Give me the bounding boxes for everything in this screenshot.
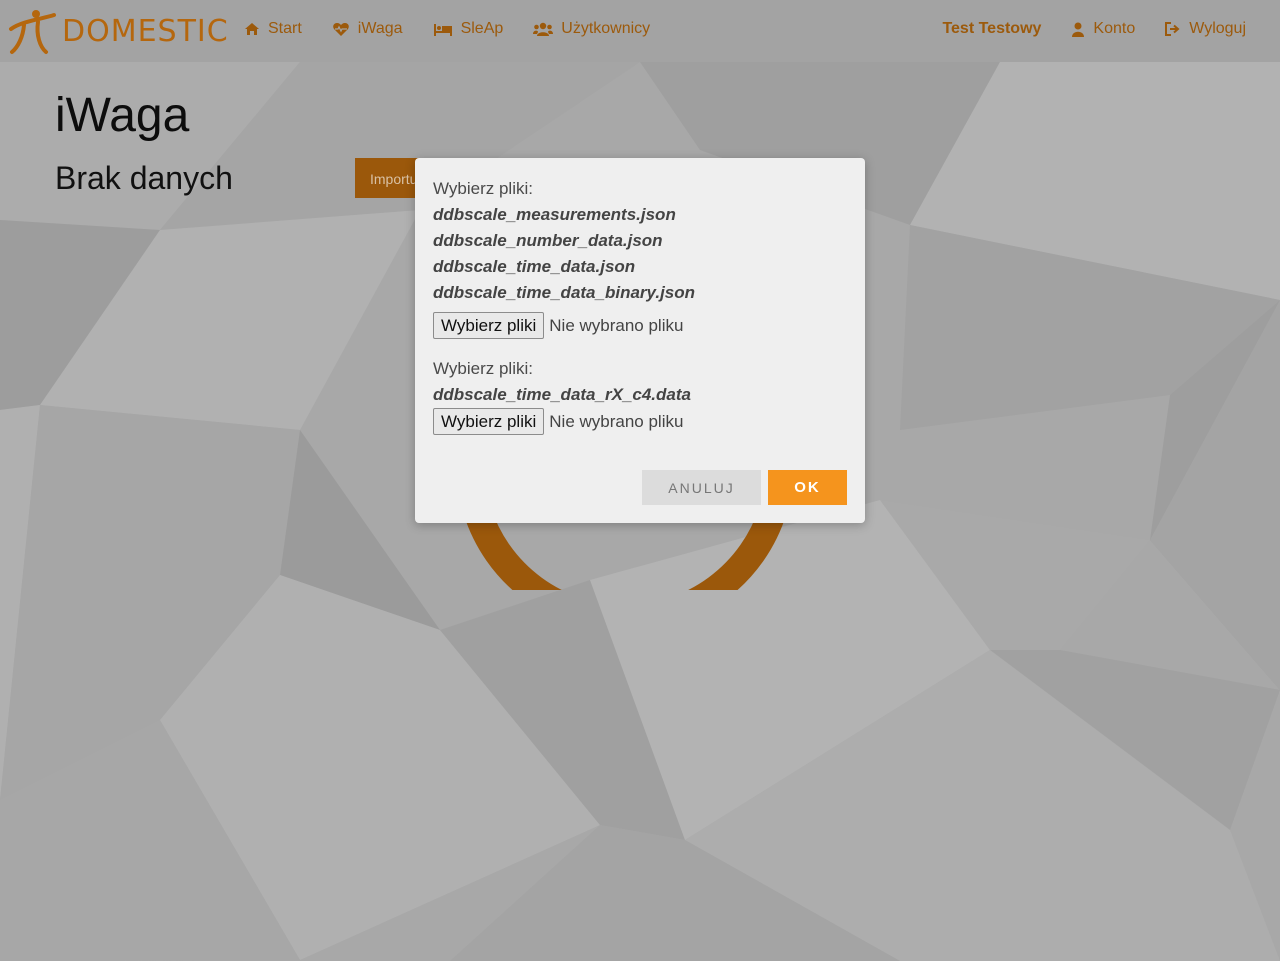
heartbeat-icon (332, 22, 349, 36)
file-status-text: Nie wybrano pliku (549, 315, 684, 335)
ok-button[interactable]: OK (768, 470, 847, 505)
no-data-message: Brak danych (55, 160, 233, 196)
page-title: iWaga (55, 89, 190, 142)
brand-logo[interactable]: DOMESTIC (8, 6, 229, 56)
file-group-data: Wybierz pliki: ddbscale_time_data_rX_c4.… (433, 356, 847, 435)
nav-users[interactable]: Użytkownicy (533, 20, 650, 38)
nav-users-label: Użytkownicy (561, 20, 651, 37)
main-nav: Start iWaga SleAp Użytkownicy (244, 0, 680, 58)
file-name: ddbscale_measurements.json (433, 205, 676, 224)
user-name-label: Test Testowy (942, 20, 1042, 37)
pi-figure-icon (9, 10, 56, 54)
nav-start[interactable]: Start (244, 20, 302, 38)
file-input-json: Wybierz pliki Nie wybrano pliku (433, 312, 847, 339)
file-name: ddbscale_time_data_rX_c4.data (433, 385, 691, 404)
file-name: ddbscale_time_data_binary.json (433, 283, 696, 302)
file-status-text: Nie wybrano pliku (549, 411, 684, 431)
user-icon (1072, 22, 1085, 37)
current-user-name[interactable]: Test Testowy (942, 20, 1041, 38)
user-nav: Test Testowy Konto Wyloguj (912, 0, 1246, 58)
choose-files-button[interactable]: Wybierz pliki (433, 408, 545, 435)
home-icon (245, 23, 259, 35)
nav-account-label: Konto (1093, 20, 1136, 37)
nav-sleap-label: SleAp (460, 20, 504, 37)
navbar: DOMESTIC Start iWaga SleAp Użytkownicy T… (0, 0, 1280, 62)
dialog-body: Wybierz pliki: ddbscale_measurements.jso… (433, 176, 847, 435)
file-name: ddbscale_time_data.json (433, 257, 636, 276)
nav-sleap[interactable]: SleAp (433, 20, 504, 38)
users-icon (533, 22, 554, 36)
nav-iwaga-label: iWaga (357, 20, 403, 37)
nav-logout-label: Wyloguj (1189, 20, 1246, 37)
bed-icon (433, 23, 452, 36)
nav-account[interactable]: Konto (1071, 20, 1135, 38)
nav-start-label: Start (268, 20, 302, 37)
file-input-data: Wybierz pliki Nie wybrano pliku (433, 408, 847, 435)
choose-files-label: Wybierz pliki: (433, 179, 533, 198)
choose-files-label: Wybierz pliki: (433, 359, 533, 378)
file-name: ddbscale_number_data.json (433, 231, 663, 250)
sign-out-icon (1165, 22, 1180, 36)
nav-logout[interactable]: Wyloguj (1165, 20, 1246, 38)
nav-iwaga[interactable]: iWaga (332, 20, 403, 38)
choose-files-button[interactable]: Wybierz pliki (433, 312, 545, 339)
cancel-button[interactable]: ANULUJ (642, 470, 761, 505)
brand-name: DOMESTIC (62, 13, 229, 49)
file-group-json: Wybierz pliki: ddbscale_measurements.jso… (433, 176, 847, 339)
import-files-dialog: Wybierz pliki: ddbscale_measurements.jso… (415, 158, 865, 523)
